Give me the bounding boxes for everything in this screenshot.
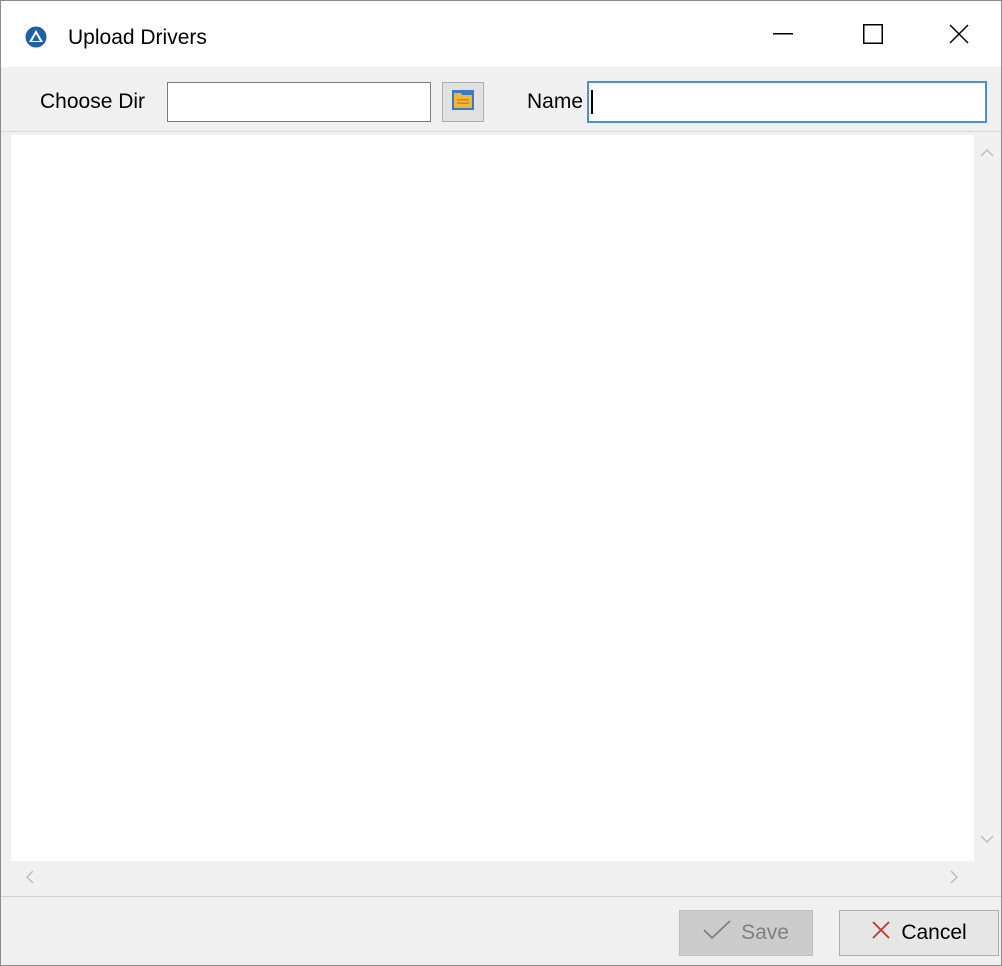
close-icon [949, 24, 969, 44]
maximize-button[interactable] [827, 1, 919, 67]
scroll-left-icon[interactable] [25, 869, 35, 890]
window-title: Upload Drivers [68, 26, 207, 49]
cancel-button[interactable]: Cancel [839, 910, 999, 956]
toolbar: Choose Dir Name [1, 67, 1001, 132]
checkmark-icon [703, 920, 731, 946]
horizontal-scrollbar[interactable] [11, 861, 974, 891]
minimize-button[interactable] [737, 1, 829, 67]
vertical-scrollbar[interactable] [974, 135, 1001, 861]
scroll-right-icon[interactable] [949, 869, 959, 890]
save-button[interactable]: Save [679, 910, 813, 956]
cancel-button-label: Cancel [901, 921, 967, 944]
folder-icon [451, 89, 475, 116]
title-bar[interactable]: Upload Drivers [1, 1, 1001, 67]
upload-drivers-window: Upload Drivers Choose Dir Name Save Canc… [0, 0, 1002, 966]
button-bar: Save Cancel [1, 896, 1001, 965]
minimize-icon [773, 33, 793, 35]
driver-list-area[interactable] [11, 135, 974, 861]
choose-dir-label: Choose Dir [40, 90, 146, 113]
text-caret [591, 90, 593, 114]
scroll-down-icon[interactable] [979, 831, 995, 849]
x-icon [871, 920, 891, 946]
scroll-up-icon[interactable] [979, 145, 995, 163]
name-input[interactable] [587, 81, 987, 123]
save-button-label: Save [741, 921, 789, 944]
choose-dir-input[interactable] [167, 82, 431, 122]
browse-dir-button[interactable] [442, 82, 484, 122]
scrollbar-corner [974, 861, 1001, 891]
maximize-icon [863, 24, 883, 44]
close-button[interactable] [917, 1, 1001, 67]
name-label: Name [527, 90, 584, 113]
app-logo-icon [25, 26, 47, 48]
